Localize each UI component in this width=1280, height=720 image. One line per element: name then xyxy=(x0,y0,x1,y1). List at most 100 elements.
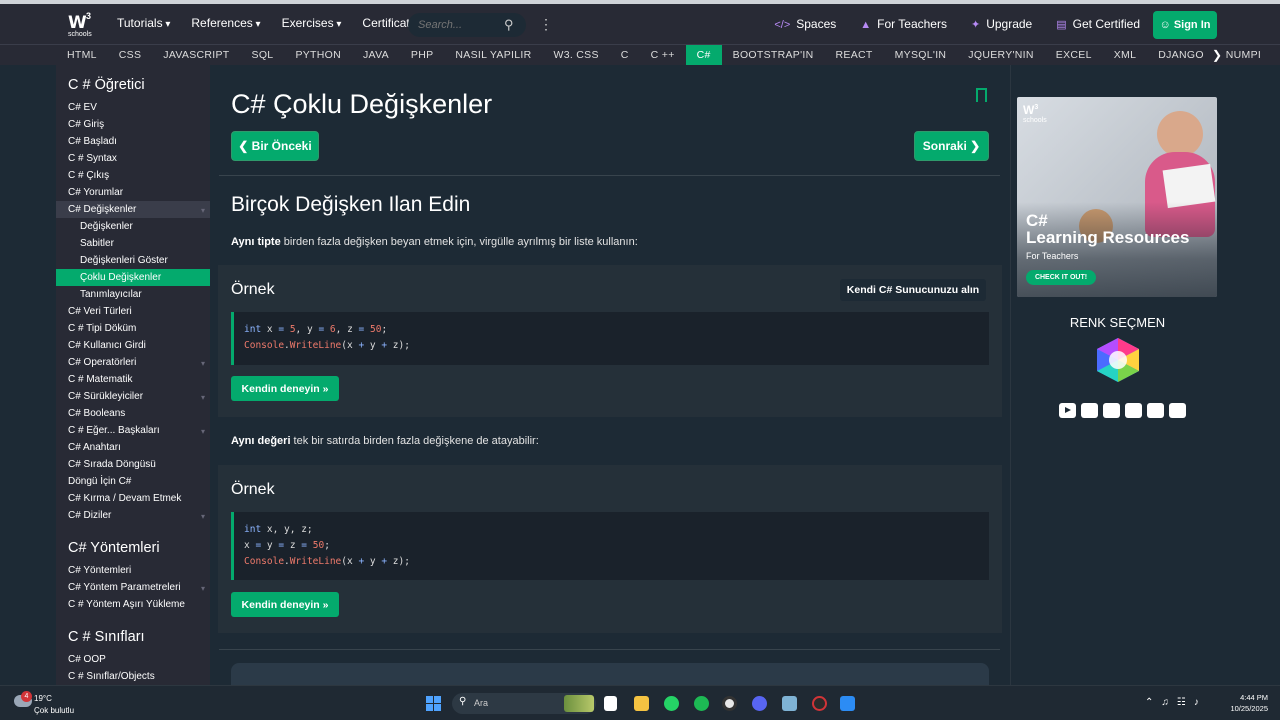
tab-html[interactable]: HTML xyxy=(56,45,108,66)
app-icon[interactable] xyxy=(722,696,737,711)
linkedin-icon[interactable] xyxy=(1081,403,1098,418)
ad-banner[interactable]: W3 schools C# Learning Resources For Teac… xyxy=(1017,97,1217,297)
sidebar-item[interactable]: C# Kırma / Devam Etmek xyxy=(56,490,210,507)
sidebar-item[interactable]: C# Yorumlar xyxy=(56,184,210,201)
sidebar-item[interactable]: C# Yöntemleri xyxy=(56,562,210,579)
sidebar-item[interactable]: C# Diziler ▾ xyxy=(56,507,210,524)
discord-icon[interactable] xyxy=(752,696,767,711)
try-it-button[interactable]: Kendin deneyin » xyxy=(231,592,339,617)
sidebar-item[interactable]: C # Yöntem Aşırı Yükleme xyxy=(56,596,210,613)
sidebar-item[interactable]: C # Tipi Döküm xyxy=(56,320,210,337)
tab-nasil-yapilir[interactable]: NASIL YAPILIR xyxy=(444,45,542,66)
wifi-icon[interactable]: ☷ xyxy=(1177,697,1186,708)
taskbar-search[interactable]: ⚲ Ara xyxy=(452,693,596,714)
clock[interactable]: 4:44 PM 10/25/2025 xyxy=(1224,692,1268,714)
spotify-icon[interactable] xyxy=(694,696,709,711)
sidebar-item[interactable]: C# Sırada Döngüsü xyxy=(56,456,210,473)
tab-javascript[interactable]: JAVASCRIPT xyxy=(152,45,240,66)
sidebar-item[interactable]: C # Syntax xyxy=(56,150,210,167)
sidebar-item[interactable]: C # Eğer... Başkaları ▾ xyxy=(56,422,210,439)
more-options-icon[interactable]: ⋮ xyxy=(539,16,553,33)
sidebar-item[interactable]: C# Kullanıcı Girdi xyxy=(56,337,210,354)
code-token: y xyxy=(364,556,382,567)
chevron-right-icon[interactable]: ❯ xyxy=(1212,48,1222,62)
sidebar-item[interactable]: C # Çıkış xyxy=(56,167,210,184)
tab-excel[interactable]: EXCEL xyxy=(1045,45,1103,66)
tab-pandalar[interactable]: PANDALAR xyxy=(1272,45,1280,66)
tab-xml[interactable]: XML xyxy=(1103,45,1148,66)
game-icon[interactable] xyxy=(812,696,827,711)
sidebar-item[interactable]: C # Matematik xyxy=(56,371,210,388)
tab-numpi[interactable]: NUMPI xyxy=(1215,45,1272,66)
sidebar-item[interactable]: C# Operatörleri ▾ xyxy=(56,354,210,371)
right-menu-get-certified[interactable]: ▤ Get Certified xyxy=(1056,17,1140,31)
right-menu-for-teachers[interactable]: ▲ For Teachers xyxy=(860,17,947,31)
search-icon[interactable]: ⚲ xyxy=(504,17,518,32)
tab-python[interactable]: PYTHON xyxy=(284,45,352,66)
tab-c[interactable]: C xyxy=(610,45,640,66)
try-it-button[interactable]: Kendin deneyin » xyxy=(231,376,339,401)
tab-java[interactable]: JAVA xyxy=(352,45,400,66)
tab-c#[interactable]: C# xyxy=(685,44,722,66)
check-it-out-button[interactable]: CHECK IT OUT! xyxy=(1026,270,1096,285)
youtube-icon[interactable] xyxy=(1059,403,1076,418)
sidebar-item[interactable]: Değişkenleri Göster xyxy=(56,252,210,269)
tab-css[interactable]: CSS xyxy=(108,45,153,66)
tab-react[interactable]: REACT xyxy=(825,45,884,66)
sidebar-item[interactable]: C# Değişkenler ▾ xyxy=(56,201,210,218)
file-explorer-icon[interactable] xyxy=(634,696,649,711)
discord-icon[interactable] xyxy=(1103,403,1120,418)
tab-jquery-nin[interactable]: JQUERY'NIN xyxy=(957,45,1045,66)
tab-mysql-in[interactable]: MYSQL'IN xyxy=(884,45,958,66)
sidebar-item[interactable]: C# Yöntem Parametreleri ▾ xyxy=(56,579,210,596)
paragraph: Aynı tipte birden fazla değişken beyan e… xyxy=(231,236,638,248)
bookmark-icon[interactable] xyxy=(976,88,987,102)
tab-php[interactable]: PHP xyxy=(400,45,445,66)
sidebar-item[interactable]: C# Booleans xyxy=(56,405,210,422)
sidebar-item[interactable]: C# Anahtarı xyxy=(56,439,210,456)
sidebar-item[interactable]: Değişkenler xyxy=(56,218,210,235)
sidebar-item[interactable]: Çoklu Değişkenler xyxy=(56,269,210,286)
top-menu-references[interactable]: References xyxy=(191,16,260,30)
code-block[interactable]: int x, y, z; x = y = z = 50; Console.Write… xyxy=(231,512,989,580)
previous-button[interactable]: ❮ Bir Önceki xyxy=(231,131,319,161)
w3schools-logo[interactable]: W 3 schools xyxy=(66,11,96,41)
top-menu-exercises[interactable]: Exercises xyxy=(282,16,342,30)
tab-w3-css[interactable]: W3. CSS xyxy=(542,45,609,66)
microphone-icon[interactable]: ♫ xyxy=(1161,697,1169,708)
sign-in-button[interactable]: ☺ Sign In xyxy=(1153,11,1217,39)
sidebar-item[interactable]: Döngü İçin C# xyxy=(56,473,210,490)
speaker-icon[interactable]: ♪ xyxy=(1194,697,1199,708)
right-menu-spaces[interactable]: </> Spaces xyxy=(774,17,836,31)
tab-django[interactable]: DJANGO xyxy=(1147,45,1215,66)
example-title: Örnek xyxy=(231,281,275,298)
tab-bootstrap-in[interactable]: BOOTSTRAP'IN xyxy=(722,45,825,66)
task-view-icon[interactable] xyxy=(604,696,617,711)
photos-icon[interactable] xyxy=(782,696,797,711)
sidebar-item[interactable]: C# Giriş xyxy=(56,116,210,133)
windows-start-icon[interactable] xyxy=(426,696,441,711)
vscode-icon[interactable] xyxy=(840,696,855,711)
tiktok-icon[interactable] xyxy=(1169,403,1186,418)
whatsapp-icon[interactable] xyxy=(664,696,679,711)
sidebar-item[interactable]: C# Sürükleyiciler ▾ xyxy=(56,388,210,405)
get-server-button[interactable]: Kendi C# Sunucunuzu alın xyxy=(840,279,986,301)
sidebar-item[interactable]: Tanımlayıcılar xyxy=(56,286,210,303)
next-button[interactable]: Sonraki ❯ xyxy=(914,131,989,161)
tab-sql[interactable]: SQL xyxy=(241,45,285,66)
sidebar-item[interactable]: C # Sınıflar/Objects xyxy=(56,668,210,685)
code-block[interactable]: int x = 5, y = 6, z = 50; Console.WriteLi… xyxy=(231,312,989,365)
sidebar-item[interactable]: C# Veri Türleri xyxy=(56,303,210,320)
sidebar-item[interactable]: C# Başladı xyxy=(56,133,210,150)
sidebar-item-label: C# Veri Türleri xyxy=(68,306,132,317)
facebook-icon[interactable] xyxy=(1125,403,1142,418)
sidebar-item[interactable]: C# OOP xyxy=(56,651,210,668)
right-menu-upgrade[interactable]: ✦ Upgrade xyxy=(971,17,1032,31)
tab-c-++[interactable]: C ++ xyxy=(640,45,686,66)
color-picker-icon[interactable] xyxy=(1093,337,1143,383)
instagram-icon[interactable] xyxy=(1147,403,1164,418)
top-menu-tutorials[interactable]: Tutorials xyxy=(117,16,170,30)
sidebar-item[interactable]: Sabitler xyxy=(56,235,210,252)
chevron-up-icon[interactable]: ⌃ xyxy=(1145,697,1153,708)
sidebar-item[interactable]: C# EV xyxy=(56,99,210,116)
